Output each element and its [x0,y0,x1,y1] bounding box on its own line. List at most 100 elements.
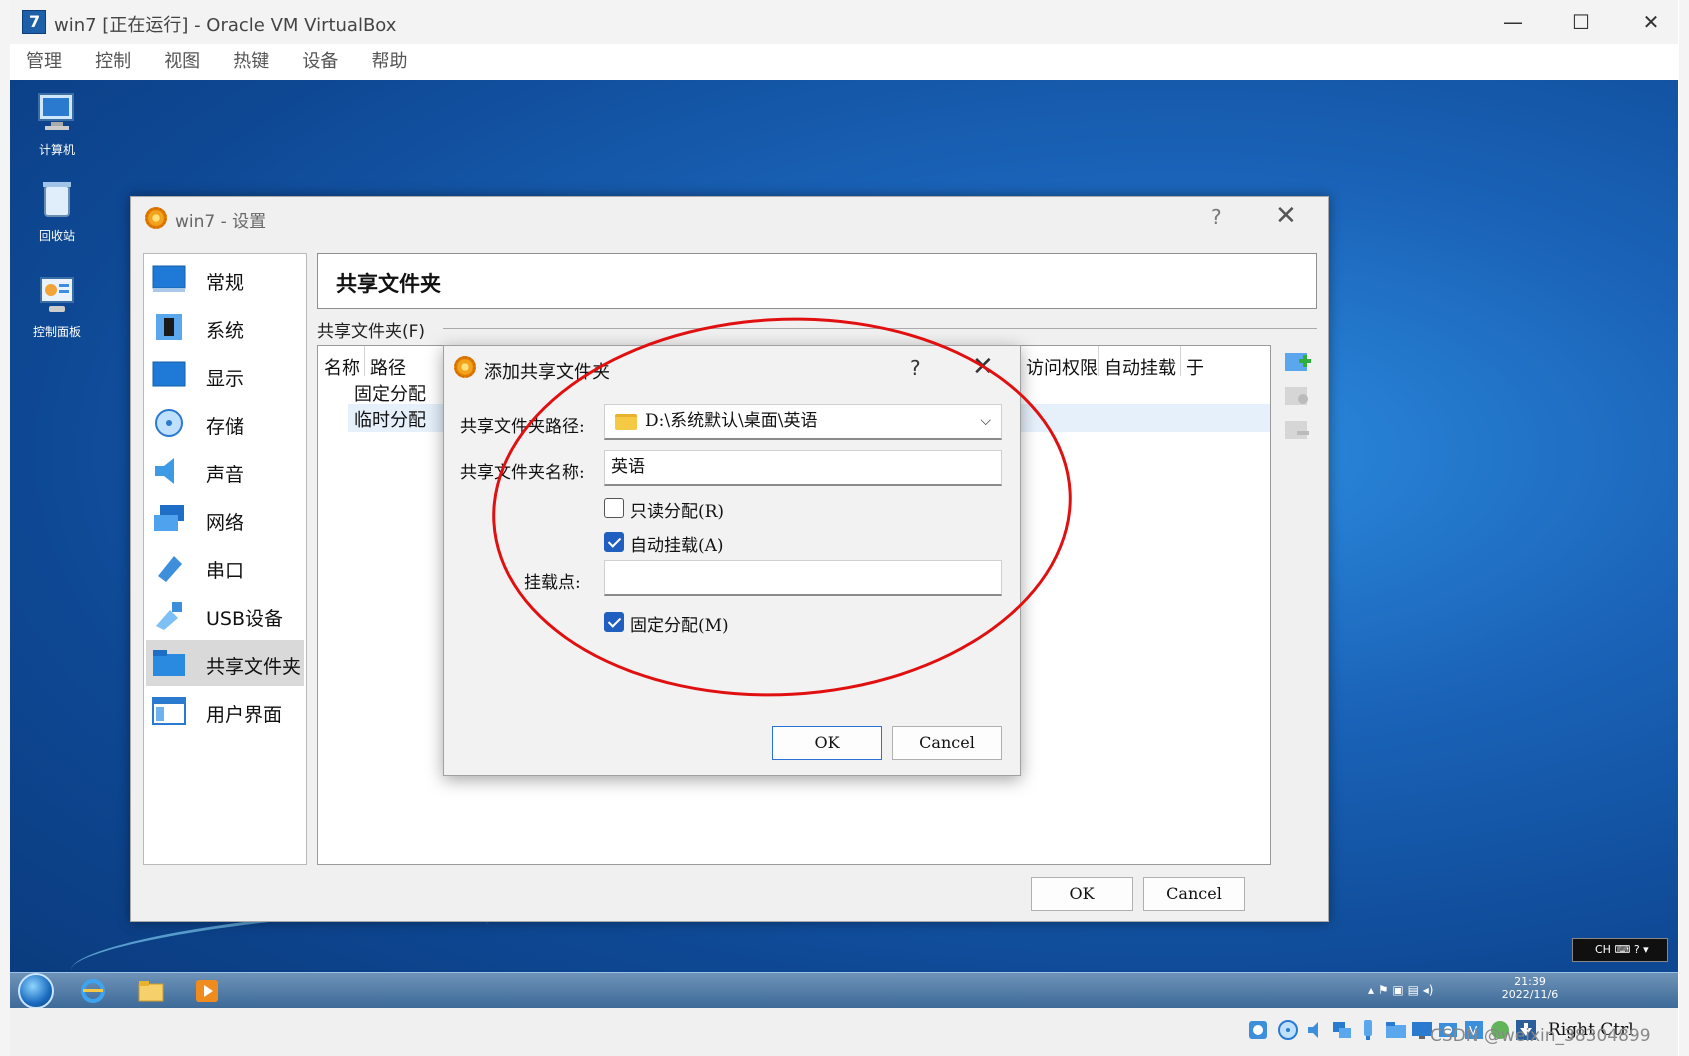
sidebar-item-label: 存储 [206,416,245,438]
clock-date: 2022/11/6 [1501,988,1559,1001]
speaker-icon [155,458,174,484]
desktop-icon-control-panel[interactable]: 控制面板 [22,272,92,340]
settings-help-button[interactable]: ? [1211,205,1222,229]
add-dialog-ok-button[interactable]: OK [772,726,882,760]
host-menu-bar: 管理 控制 视图 热键 设备 帮助 [10,44,1678,80]
readonly-label: 只读分配(R) [630,502,725,522]
section-divider [443,328,1317,329]
system-chip-icon [156,314,182,340]
sidebar-item-label: 声音 [206,464,245,486]
column-divider [1180,346,1181,376]
automount-checkbox[interactable] [604,532,624,552]
sidebar-item-user-interface[interactable]: 用户界面 [146,688,304,734]
internet-explorer-icon[interactable] [78,977,108,1005]
readonly-checkbox[interactable] [604,498,624,518]
sidebar-item-display[interactable]: 显示 [146,352,304,398]
hard-disk-status-icon[interactable] [1246,1018,1270,1042]
host-title-bar: win7 [正在运行] - Oracle VM VirtualBox — ☐ ✕ [10,0,1678,44]
column-divider [1098,346,1099,376]
usb-status-icon[interactable] [1356,1018,1380,1042]
sidebar-item-shared-folders[interactable]: 共享文件夹 [146,640,304,686]
tree-row-permanent[interactable]: 固定分配 [354,380,426,406]
tree-row-transient[interactable]: 临时分配 [354,406,426,432]
menu-view[interactable]: 视图 [164,44,200,80]
sidebar-item-usb[interactable]: USB设备 [146,592,304,638]
sidebar-item-label: 显示 [206,368,245,390]
sidebar-item-storage[interactable]: 存储 [146,400,304,446]
desktop-icon-computer[interactable]: 计算机 [22,90,92,158]
maximize-button[interactable]: ☐ [1558,8,1604,36]
add-shared-folder-dialog: 添加共享文件夹 ? ✕ 共享文件夹路径: D:\系统默认\桌面\英语 ⌵ 共享文… [443,345,1021,776]
settings-cancel-button[interactable]: Cancel [1143,877,1245,911]
menu-hotkey[interactable]: 热键 [233,44,269,80]
sidebar-item-label: 常规 [206,272,245,294]
network-icon [154,505,184,531]
permanent-checkbox[interactable] [604,612,624,632]
menu-control[interactable]: 控制 [95,44,131,80]
clock[interactable]: 21:39 2022/11/6 [1500,975,1560,1001]
usb-icon [156,602,182,630]
remove-shared-folder-icon[interactable] [1283,415,1313,445]
add-dialog-cancel-button[interactable]: Cancel [892,726,1002,760]
folder-path-label: 共享文件夹路径: [460,417,585,437]
sidebar-item-audio[interactable]: 声音 [146,448,304,494]
host-status-bar: V Right Ctrl [10,1008,1678,1056]
left-edge-strip [0,0,10,1056]
shared-folder-status-icon[interactable] [1384,1018,1408,1042]
settings-gear-icon [145,207,167,229]
sidebar-item-label: 系统 [206,320,245,342]
sidebar-item-label: 共享文件夹 [206,656,302,678]
folder-name-field[interactable]: 英语 [604,450,1002,486]
add-dialog-help-button[interactable]: ? [910,356,921,380]
desktop-icon-recycle-bin[interactable]: 回收站 [22,176,92,244]
tray-arrows[interactable]: ▴ ⚑ ▣ ▤ ◂) [1368,983,1433,997]
user-interface-icon [152,697,186,725]
sidebar-item-label: USB设备 [206,608,284,630]
settings-sidebar: 常规 系统 显示 存储 声音 网络 串口 USB设备 共享文件夹 用户界面 [143,253,307,865]
sidebar-item-label: 网络 [206,512,245,534]
menu-devices[interactable]: 设备 [302,44,338,80]
display-icon [152,361,186,387]
audio-status-icon[interactable] [1304,1018,1328,1042]
add-dialog-close-button[interactable]: ✕ [972,352,994,382]
desktop-icon-label: 控制面板 [32,325,81,339]
folder-icon [615,414,637,430]
shared-folder-icon [153,650,185,676]
storage-disc-icon [155,409,183,437]
settings-close-button[interactable]: ✕ [1275,201,1297,231]
csdn-watermark: CSDN @weixin_38304899 [1430,1026,1651,1046]
menu-manage[interactable]: 管理 [26,44,62,80]
permanent-label: 固定分配(M) [630,616,729,636]
menu-help[interactable]: 帮助 [371,44,407,80]
start-button[interactable] [18,973,54,1008]
sidebar-item-network[interactable]: 网络 [146,496,304,542]
explorer-folder-icon[interactable] [136,977,166,1005]
computer-icon [38,93,74,130]
folder-path-combobox[interactable]: D:\系统默认\桌面\英语 ⌵ [604,404,1002,440]
recycle-bin-icon [43,182,71,217]
column-header-name[interactable]: 名称 [324,354,360,380]
sidebar-item-label: 用户界面 [206,704,283,726]
column-header-at[interactable]: 于 [1186,354,1204,380]
minimize-button[interactable]: — [1490,8,1536,36]
column-header-path[interactable]: 路径 [370,354,406,380]
settings-title: win7 - 设置 [175,212,267,232]
sidebar-item-general[interactable]: 常规 [146,256,304,302]
column-header-automount[interactable]: 自动挂载 [1104,354,1176,380]
network-status-icon[interactable] [1330,1018,1354,1042]
chevron-down-icon[interactable]: ⌵ [980,405,991,437]
media-player-icon[interactable] [192,977,222,1005]
add-dialog-title: 添加共享文件夹 [484,362,610,383]
language-bar[interactable]: CH ⌨ ? ▾ [1572,938,1668,962]
column-header-access[interactable]: 访问权限 [1026,354,1098,380]
edit-shared-folder-icon[interactable] [1283,381,1313,411]
mount-point-field[interactable] [604,560,1002,596]
dialog-gear-icon [454,356,476,378]
right-edge-strip [1679,0,1689,1056]
settings-ok-button[interactable]: OK [1031,877,1133,911]
sidebar-item-serial[interactable]: 串口 [146,544,304,590]
add-shared-folder-icon[interactable] [1283,347,1313,377]
optical-drive-status-icon[interactable] [1276,1018,1300,1042]
sidebar-item-system[interactable]: 系统 [146,304,304,350]
close-button[interactable]: ✕ [1628,8,1674,36]
